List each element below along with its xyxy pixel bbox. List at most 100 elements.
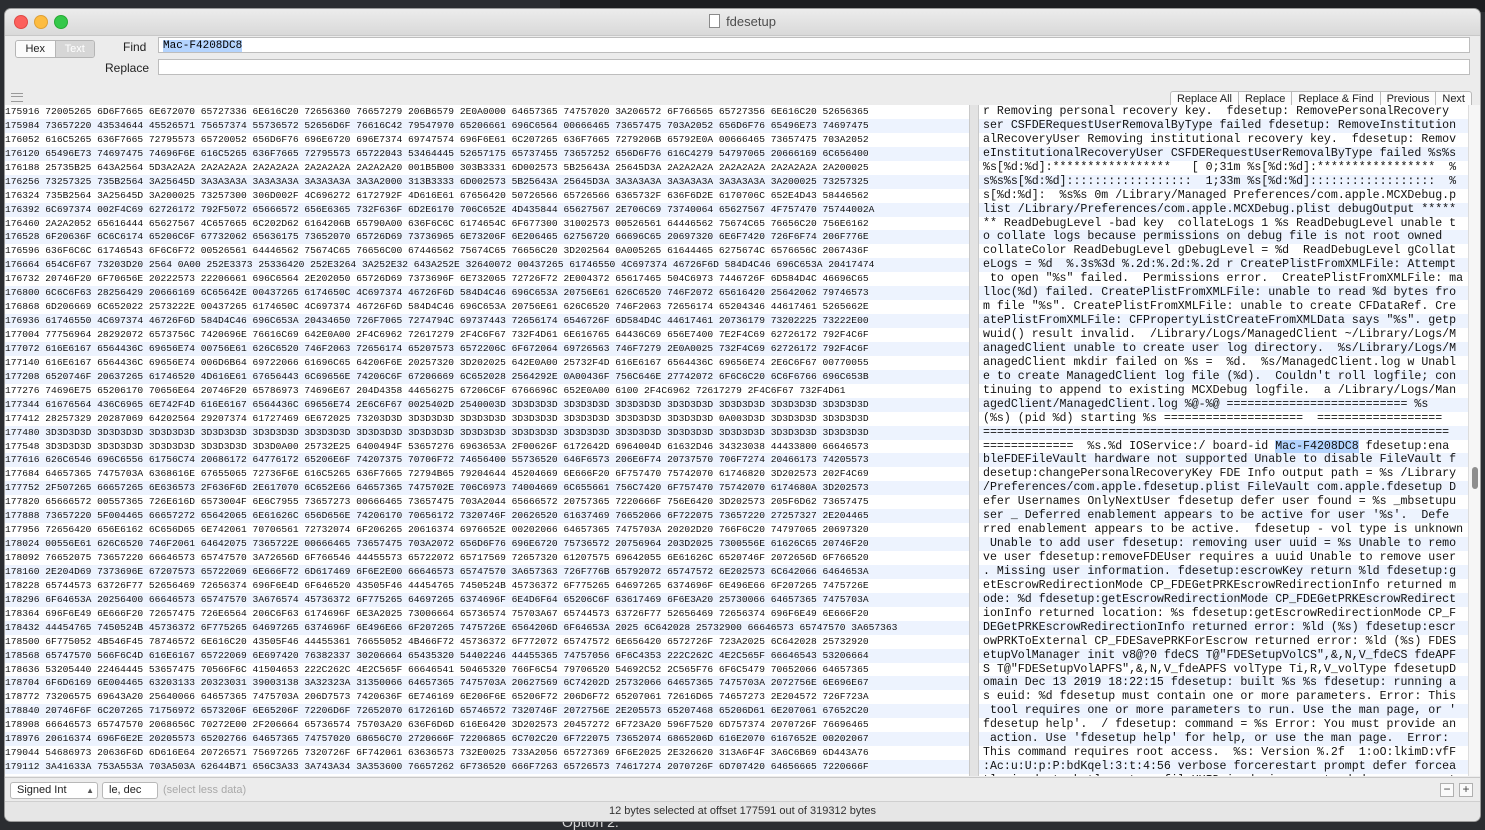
text-row[interactable]: :Ac:u:U:p:P:bdKqel:3:t:4:56 verbose forc… <box>979 760 1468 774</box>
text-row[interactable]: collateColor ReadDebugLevel gDebugLevel … <box>979 244 1468 258</box>
hex-row[interactable]: 179112 3A41633A 753A553A 703A503A 62644B… <box>5 760 969 774</box>
hex-row[interactable]: 177412 28257329 20287069 64202564 292073… <box>5 412 969 426</box>
text-row[interactable]: %s[%d:%d]:***************** [ 0;31m %s[%… <box>979 161 1468 175</box>
hex-row[interactable]: 179180 746C6567 696E006A 6E6F7461 6B73 6… <box>5 774 969 776</box>
hex-row[interactable]: 178024 00556E61 626C6520 746F2061 646420… <box>5 537 969 551</box>
endian-popup[interactable]: le, dec <box>102 782 158 799</box>
data-type-popup[interactable]: Signed Int ▲ <box>10 782 98 799</box>
hex-row[interactable]: 178976 20616374 696F6E2E 20205573 652027… <box>5 732 969 747</box>
hex-row[interactable]: 177208 6520746F 20637265 61746520 4D616E… <box>5 369 969 384</box>
text-row[interactable]: list /Library/Preferences/com.apple.MCXD… <box>979 202 1468 217</box>
text-row[interactable]: anagedClient unable to create user log d… <box>979 341 1468 356</box>
text-row[interactable]: lloc(%d) failed. CreatePlistFromXMLFile:… <box>979 286 1468 301</box>
text-row[interactable]: ionInfo returned location: %s fdesetup:g… <box>979 607 1468 621</box>
text-row[interactable]: alRecoveryUser Removing institutional re… <box>979 133 1468 147</box>
text-row[interactable]: ser _ Deferred enablement appears to be … <box>979 509 1468 524</box>
text-row[interactable]: etEscrowRedirectionMode CP_FDEGetPRKEscr… <box>979 579 1468 593</box>
remove-inspector-button[interactable]: − <box>1440 783 1454 797</box>
replace-field[interactable] <box>158 59 1470 75</box>
hex-row[interactable]: 178772 73206575 69643A20 25640066 646573… <box>5 690 969 704</box>
text-row[interactable]: eInstitutionalRecoveryUser CSFDERequestU… <box>979 146 1468 161</box>
text-row[interactable]: ** ReadDebugLevel -bad key collateLogs 1… <box>979 217 1468 231</box>
text-row[interactable]: s[%d:%d]: %s%s 0m /Library/Managed Prefe… <box>979 189 1468 203</box>
hex-row[interactable]: 178296 6F64653A 20256400 66646573 657475… <box>5 592 969 607</box>
text-row[interactable]: tinuing to append to existing MCXDebug l… <box>979 384 1468 398</box>
hex-row[interactable]: 178092 76652075 73657220 66646573 657475… <box>5 551 969 565</box>
hex-row[interactable]: 178704 6F6D6169 6E004465 63203133 203230… <box>5 676 969 691</box>
text-row[interactable]: desetup:changePersonalRecoveryKey FDE In… <box>979 467 1468 481</box>
hex-row[interactable]: 176528 6F20636F 6C6C6174 65206C6F 677320… <box>5 230 969 245</box>
hex-mode-button[interactable]: Hex <box>16 41 55 57</box>
text-row[interactable]: ========================================… <box>979 425 1468 440</box>
hex-row[interactable]: 177684 64657365 7475703A 6368616E 676550… <box>5 467 969 481</box>
hex-text-toggle[interactable]: Hex Text <box>15 40 95 58</box>
hex-row[interactable]: 176936 61746550 4C697374 46726F6D 584D4C… <box>5 314 969 328</box>
hex-row[interactable]: 178568 65747570 566F6C4D 616E6167 657220… <box>5 648 969 663</box>
hex-row[interactable]: 177140 616E6167 6564436C 69656E74 006D6B… <box>5 356 969 370</box>
text-row[interactable]: atePlistFromXMLFile: CFPropertyListCreat… <box>979 314 1468 328</box>
text-row[interactable]: etupVolManager init v8@?0 fdeCS T@"FDESe… <box>979 648 1468 663</box>
text-row[interactable]: action. Use 'fdesetup help' for help, or… <box>979 732 1468 747</box>
text-row[interactable]: rred enablement appears to be active. fd… <box>979 523 1468 537</box>
hex-row[interactable]: 177548 3D3D3D3D 3D3D3D3D 3D3D3D3D 3D3D3D… <box>5 440 969 454</box>
text-row[interactable]: to open "%s" failed. Permissions error. … <box>979 272 1468 286</box>
hex-row[interactable]: 177956 72656420 656E6162 6C656D65 6E7420… <box>5 523 969 537</box>
vertical-scrollbar[interactable] <box>1468 105 1480 776</box>
text-row[interactable]: ode: %d fdesetup:getEscrowRedirectionMod… <box>979 592 1468 607</box>
text-row[interactable]: bleFDEFileVault hardware not supported U… <box>979 453 1468 468</box>
hex-row[interactable]: 177820 65666572 00557365 726E616D 657300… <box>5 495 969 509</box>
text-row[interactable]: (%s) (pid %d) starting %s ==============… <box>979 412 1468 426</box>
text-row[interactable]: eLogs = %d %.3s%3d %.2d:%.2d:%.2d r Crea… <box>979 258 1468 273</box>
text-row[interactable]: agedClient/ManagedClient.log %@-%@ =====… <box>979 397 1468 412</box>
hex-row[interactable]: 178500 6F775052 4B546F45 78746572 6E616C… <box>5 635 969 649</box>
hex-row[interactable]: 177752 2F507265 66657265 6E636573 2F636F… <box>5 481 969 496</box>
hex-row[interactable]: 176732 20746F20 6F70656E 20222573 222066… <box>5 272 969 286</box>
text-row[interactable]: ============= %s.%d IOService:/ board-id… <box>979 439 1468 454</box>
hex-row[interactable]: 176460 2A2A2052 65616444 65627567 4C6576… <box>5 217 969 231</box>
text-mode-button[interactable]: Text <box>54 41 94 57</box>
hex-row[interactable]: 178228 65744573 63726F77 52656469 726563… <box>5 579 969 593</box>
text-row[interactable]: s%s%s[%d:%d]:::::::::::::::::: 1;33m %s[… <box>979 174 1468 189</box>
text-row[interactable]: e to create ManagedClient log file (%d).… <box>979 369 1468 384</box>
hex-row[interactable]: 176188 25735B25 643A2564 5D3A2A2A 2A2A2A… <box>5 161 969 175</box>
text-row[interactable]: ve user fdesetup:removeFDEUser requires … <box>979 551 1468 565</box>
hex-row[interactable]: 178636 53205440 22464445 53657475 70566F… <box>5 663 969 677</box>
hex-row[interactable]: 177344 61676564 436C6965 6E742F4D 616E61… <box>5 397 969 412</box>
hex-row[interactable]: 177616 626C6546 696C6556 61756C74 206861… <box>5 453 969 468</box>
pane-divider[interactable] <box>969 105 979 776</box>
hex-row[interactable]: 176596 636F6C6C 61746543 6F6C6F72 005265… <box>5 244 969 258</box>
hex-row[interactable]: 177004 77756964 28292072 6573756C 742069… <box>5 328 969 342</box>
text-row[interactable]: efer Usernames OnlyNextUser fdesetup def… <box>979 495 1468 509</box>
hex-row[interactable]: 178160 2E204D69 7373696E 67207573 657220… <box>5 564 969 579</box>
hex-row[interactable]: 176256 73257325 735B2564 3A25645D 3A3A3A… <box>5 174 969 189</box>
text-row[interactable]: anagedClient mkdir failed on %s = %d. %s… <box>979 356 1468 370</box>
hex-row[interactable]: 175984 73657220 43534644 45526571 756573… <box>5 118 969 133</box>
hex-row[interactable]: 177480 3D3D3D3D 3D3D3D3D 3D3D3D3D 3D3D3D… <box>5 425 969 440</box>
text-row[interactable]: wuid() result invalid. /Library/Logs/Man… <box>979 328 1468 342</box>
add-inspector-button[interactable]: + <box>1459 783 1473 797</box>
hex-row[interactable]: 176800 6C6C6F63 28256429 20666169 6C6564… <box>5 286 969 301</box>
hex-row[interactable]: 176052 616C5265 636F7665 72795573 657200… <box>5 133 969 147</box>
hex-row[interactable]: 176868 6D206669 6C652022 2573222E 004372… <box>5 300 969 314</box>
hex-row[interactable]: 175916 72005265 6D6F7665 6E672070 657273… <box>5 105 969 119</box>
text-row[interactable]: This command requires root access. %s: V… <box>979 746 1468 760</box>
title-bar[interactable]: fdesetup <box>5 9 1480 36</box>
text-row[interactable]: s euid: %d fdesetup must contain one or … <box>979 690 1468 704</box>
hex-row[interactable]: 178432 44454765 7450524B 45736372 6F7752… <box>5 620 969 635</box>
text-row[interactable]: tlogin dontaskatlogout profileUUID ismdm… <box>979 774 1468 776</box>
hex-pane[interactable]: 175916 72005265 6D6F7665 6E672070 657273… <box>5 105 969 776</box>
text-row[interactable]: . Missing user information. fdesetup:esc… <box>979 564 1468 579</box>
hex-row[interactable]: 177276 74696E75 65206170 70656E64 20746F… <box>5 384 969 398</box>
hex-row[interactable]: 177072 616E6167 6564436C 69656E74 00756E… <box>5 341 969 356</box>
selected-match[interactable]: Mac-F4208DC8 <box>1275 439 1359 453</box>
text-pane[interactable]: r Removing personal recovery key. fdeset… <box>979 105 1468 776</box>
text-row[interactable]: r Removing personal recovery key. fdeset… <box>979 105 1468 119</box>
hex-row[interactable]: 176120 65496E73 74697475 74696F6E 616C52… <box>5 146 969 161</box>
text-row[interactable]: fdesetup help'. / fdesetup: command = %s… <box>979 718 1468 732</box>
hex-row[interactable]: 176392 6C697374 002F4C69 62726172 792F50… <box>5 202 969 217</box>
hex-row[interactable]: 177888 73657220 5F004465 66657272 656420… <box>5 509 969 524</box>
drag-handle-icon[interactable] <box>11 93 23 102</box>
text-row[interactable]: tool requires one or more parameters to … <box>979 704 1468 719</box>
text-row[interactable]: S T@"FDESetupVolAPFS",&,N,V_fdeAPFS volT… <box>979 663 1468 677</box>
scroll-thumb[interactable] <box>1472 467 1478 489</box>
